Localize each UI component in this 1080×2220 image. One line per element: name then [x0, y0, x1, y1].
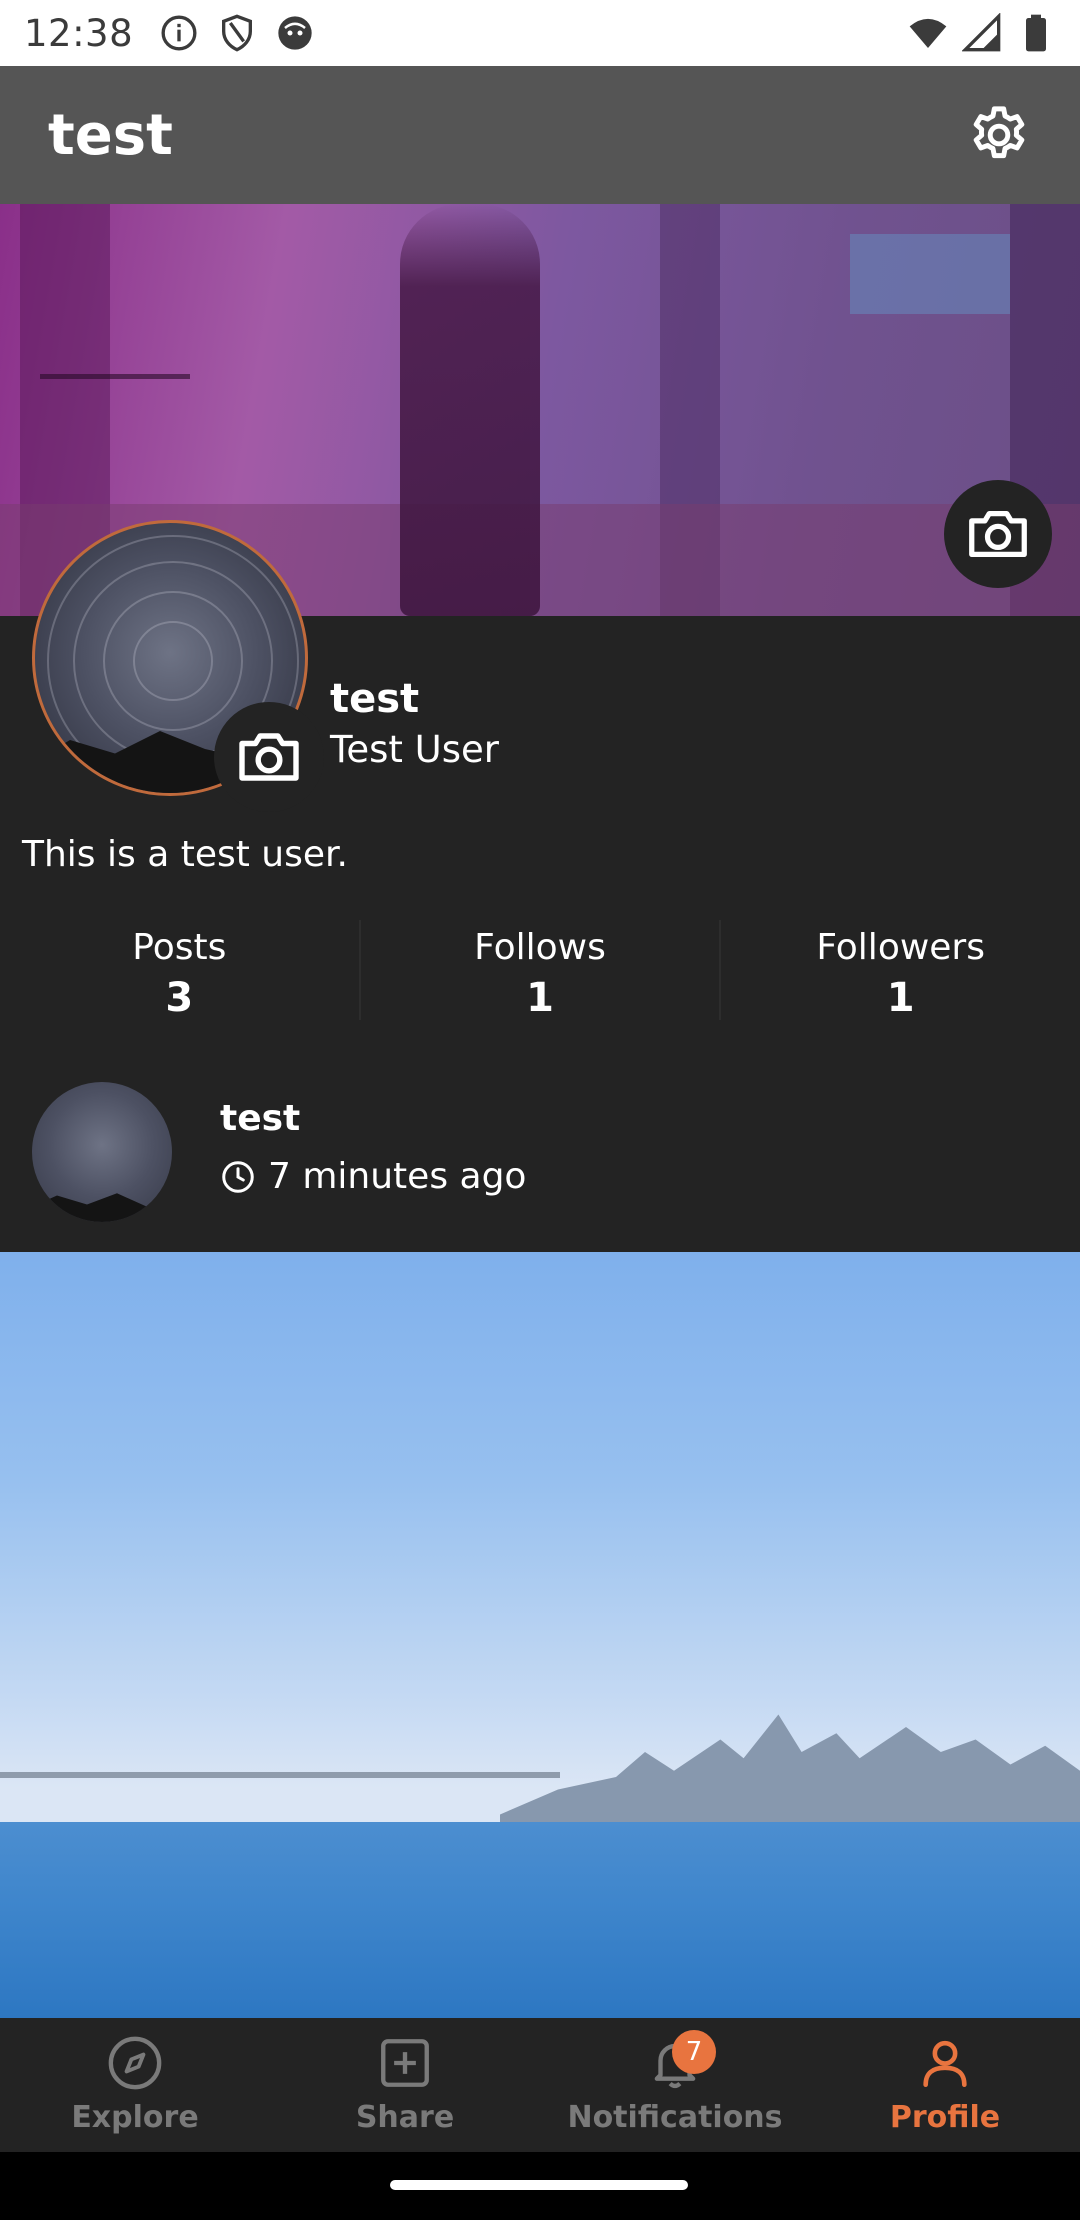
nav-profile[interactable]: Profile	[810, 2018, 1080, 2152]
app-title: test	[48, 102, 173, 168]
change-avatar-button[interactable]	[214, 702, 324, 812]
android-icon	[275, 13, 315, 53]
gesture-bar	[0, 2152, 1080, 2220]
post-time-text: 7 minutes ago	[268, 1156, 527, 1197]
nav-notifications[interactable]: 7 Notifications	[540, 2018, 810, 2152]
home-gesture-handle[interactable]	[390, 2180, 688, 2190]
notification-badge: 7	[672, 2030, 716, 2074]
profile-stats: Posts 3 Follows 1 Followers 1	[0, 920, 1080, 1020]
stat-label: Followers	[816, 927, 985, 968]
status-bar: 12:38	[0, 0, 1080, 66]
stat-value: 1	[886, 975, 915, 1021]
stat-label: Follows	[474, 927, 606, 968]
bottom-nav: Explore Share 7 Notifications Profile	[0, 2018, 1080, 2152]
nav-share[interactable]: Share	[270, 2018, 540, 2152]
profile-display-name: Test User	[330, 728, 499, 771]
nav-label: Profile	[889, 2100, 1001, 2135]
profile-bio: This is a test user.	[22, 834, 348, 875]
stat-followers[interactable]: Followers 1	[721, 920, 1080, 1020]
person-icon	[923, 2040, 967, 2088]
wifi-icon	[908, 13, 948, 53]
app-bar: test	[0, 66, 1080, 204]
stat-posts[interactable]: Posts 3	[0, 920, 361, 1020]
stat-value: 3	[165, 975, 194, 1021]
camera-icon	[239, 733, 299, 781]
nav-explore[interactable]: Explore	[0, 2018, 270, 2152]
clock-icon	[222, 1160, 254, 1193]
nav-label: Explore	[71, 2100, 199, 2135]
post-author-name[interactable]: test	[220, 1098, 300, 1139]
battery-icon	[1016, 13, 1056, 53]
nav-label: Share	[355, 2100, 455, 2135]
plus-square-icon	[381, 2039, 429, 2087]
screen: 12:38 test test Test User This is a test…	[0, 0, 1080, 2220]
stat-follows[interactable]: Follows 1	[361, 920, 722, 1020]
change-cover-button[interactable]	[944, 480, 1052, 588]
profile-username: test	[330, 676, 420, 722]
gear-icon[interactable]	[966, 102, 1032, 168]
compass-icon	[108, 2036, 162, 2090]
signal-icon	[962, 13, 1002, 53]
stat-value: 1	[526, 975, 554, 1021]
camera-icon	[969, 510, 1027, 558]
shield-icon	[217, 13, 257, 53]
stat-label: Posts	[132, 927, 227, 968]
post-timestamp: 7 minutes ago	[220, 1156, 526, 1197]
post-header[interactable]: test 7 minutes ago	[0, 1060, 1080, 1252]
status-time: 12:38	[24, 11, 134, 55]
nav-label: Notifications	[567, 2100, 783, 2135]
post-image[interactable]	[0, 1252, 1080, 2018]
info-icon	[159, 13, 199, 53]
post-author-avatar[interactable]	[32, 1082, 172, 1222]
